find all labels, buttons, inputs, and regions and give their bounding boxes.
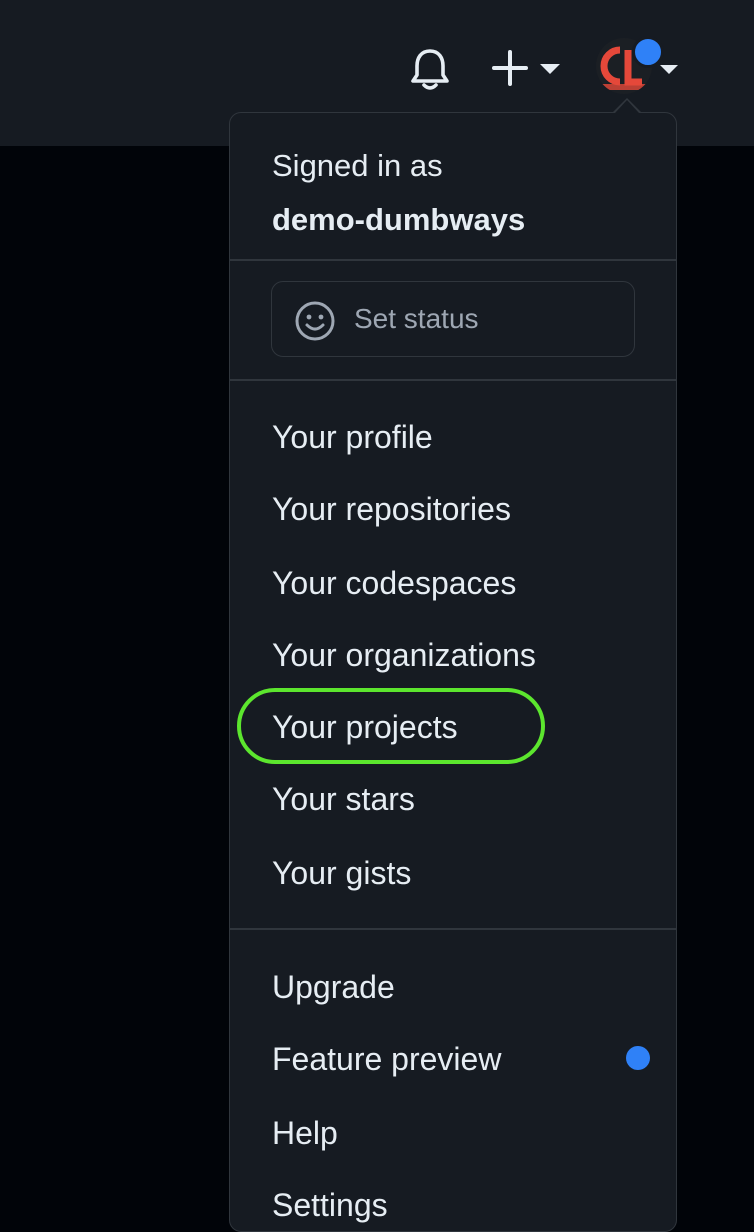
smiley-icon: [294, 300, 336, 342]
set-status-button[interactable]: Set status: [271, 281, 635, 357]
signed-in-info: Signed in as demo-dumbways: [272, 139, 525, 247]
user-dropdown-menu: Signed in as demo-dumbways Set status Yo…: [229, 112, 677, 1232]
menu-item-settings[interactable]: Settings: [272, 1180, 388, 1230]
feature-preview-badge: [626, 1046, 650, 1070]
menu-item-your-repositories[interactable]: Your repositories: [272, 484, 511, 534]
menu-item-your-codespaces[interactable]: Your codespaces: [272, 558, 516, 608]
user-menu-button[interactable]: [596, 36, 682, 96]
menu-item-help[interactable]: Help: [272, 1108, 338, 1158]
menu-item-your-profile[interactable]: Your profile: [272, 412, 433, 462]
menu-item-your-stars[interactable]: Your stars: [272, 774, 415, 824]
chevron-down-icon: [660, 65, 678, 74]
create-new-button[interactable]: [492, 48, 564, 88]
bell-icon[interactable]: [408, 46, 452, 92]
menu-item-upgrade[interactable]: Upgrade: [272, 962, 395, 1012]
chevron-down-icon: [540, 64, 560, 74]
plus-icon: [492, 50, 528, 86]
menu-item-feature-preview[interactable]: Feature preview: [272, 1034, 501, 1084]
menu-item-your-gists[interactable]: Your gists: [272, 848, 411, 898]
divider: [230, 928, 676, 930]
menu-item-your-organizations[interactable]: Your organizations: [272, 630, 536, 680]
menu-item-your-projects[interactable]: Your projects: [272, 702, 458, 752]
divider: [230, 379, 676, 381]
username[interactable]: demo-dumbways: [272, 193, 525, 247]
divider: [230, 259, 676, 261]
signed-in-label: Signed in as: [272, 148, 443, 183]
set-status-label: Set status: [354, 303, 479, 334]
menu-caret-fill: [615, 100, 639, 113]
